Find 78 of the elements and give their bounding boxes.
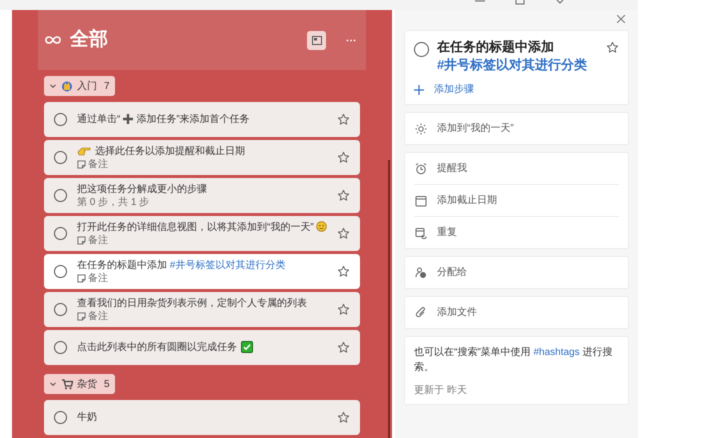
task-title: 把这项任务分解成更小的步骤 — [77, 182, 207, 196]
infinity-icon — [44, 35, 62, 45]
hashtag-link[interactable]: #井号标签以对其进行分类 — [437, 56, 588, 74]
complete-checkbox[interactable] — [54, 265, 67, 278]
pointing-hand-icon — [77, 146, 91, 156]
assign-to-button[interactable]: 分配给 — [437, 265, 467, 280]
add-step-button[interactable]: 添加步骤 — [434, 82, 474, 97]
task-title: 打开此任务的详细信息视图，以将其添加到“我的一天” — [77, 220, 327, 234]
paperclip-icon — [415, 306, 427, 318]
task-card[interactable]: 把这项任务分解成更小的步骤 第 0 步，共 1 步 — [44, 178, 360, 213]
more-icon[interactable] — [346, 38, 356, 42]
close-icon[interactable] — [617, 15, 625, 23]
minimize-icon[interactable] — [475, 0, 485, 4]
group-header[interactable]: 入门 7 — [44, 76, 115, 96]
detail-title[interactable]: 在任务的标题中添加 #井号标签以对其进行分类 — [437, 38, 598, 74]
due-date-button[interactable]: 添加截止日期 — [437, 193, 497, 208]
star-icon[interactable] — [337, 411, 350, 424]
star-icon[interactable] — [337, 189, 350, 202]
complete-checkbox[interactable] — [54, 113, 67, 126]
complete-checkbox[interactable] — [54, 411, 67, 424]
star-icon[interactable] — [337, 341, 350, 354]
task-card[interactable]: 牛奶 — [44, 400, 360, 435]
complete-checkbox[interactable] — [54, 341, 67, 354]
star-icon[interactable] — [337, 265, 350, 278]
step-count: 第 0 步，共 1 步 — [77, 196, 150, 208]
hashtag-link[interactable]: #hashtags — [533, 347, 580, 358]
updated-label: 更新于 昨天 — [414, 384, 468, 398]
plus-icon — [414, 84, 424, 94]
list-title: 全部 — [70, 28, 108, 52]
task-card[interactable]: 通过单击“ 添加任务”来添加首个任务 — [44, 102, 360, 137]
note-label: 备注 — [88, 234, 108, 246]
hashtag-link[interactable]: #井号标签以对其进行分类 — [170, 260, 286, 270]
group-header[interactable]: 杂货 5 — [44, 374, 115, 394]
complete-checkbox[interactable] — [54, 303, 67, 316]
star-icon[interactable] — [337, 151, 350, 164]
complete-checkbox[interactable] — [54, 227, 67, 240]
complete-checkbox[interactable] — [414, 42, 429, 57]
task-title: 通过单击“ 添加任务”来添加首个任务 — [77, 112, 250, 126]
task-card[interactable]: 打开此任务的详细信息视图，以将其添加到“我的一天” 备注 — [44, 216, 360, 251]
note-icon — [77, 274, 86, 283]
task-card[interactable]: 选择此任务以添加提醒和截止日期 备注 — [44, 140, 360, 175]
task-card[interactable]: 查看我们的日用杂货列表示例，定制个人专属的列表 备注 — [44, 292, 360, 327]
note-label: 备注 — [88, 272, 108, 284]
repeat-button[interactable]: 重复 — [437, 225, 457, 240]
sun-icon — [415, 122, 427, 134]
task-title: 牛奶 — [77, 410, 97, 424]
cart-icon — [61, 378, 73, 390]
complete-checkbox[interactable] — [54, 151, 67, 164]
task-card[interactable]: 在任务的标题中添加 #井号标签以对其进行分类 备注 — [44, 254, 360, 289]
check-mark-icon — [241, 340, 253, 353]
note-icon — [77, 236, 86, 245]
note-text[interactable]: 也可以在“搜索”菜单中使用 #hashtags 进行搜索。 — [414, 345, 619, 375]
people-icon — [415, 266, 427, 278]
star-icon[interactable] — [337, 303, 350, 316]
task-card[interactable]: 点击此列表中的所有圆圈以完成任务 — [44, 330, 360, 365]
repeat-calendar-icon — [415, 226, 427, 238]
note-icon — [77, 312, 86, 321]
remind-me-button[interactable]: 提醒我 — [437, 161, 467, 176]
calendar-icon — [415, 194, 427, 206]
task-title: 查看我们的日用杂货列表示例，定制个人专属的列表 — [77, 296, 307, 310]
note-label: 备注 — [88, 310, 108, 322]
star-icon[interactable] — [337, 113, 350, 126]
background-button[interactable] — [307, 30, 326, 50]
plus-icon — [122, 112, 134, 125]
add-file-button[interactable]: 添加文件 — [437, 305, 477, 320]
note-label: 备注 — [88, 158, 108, 170]
task-title: 在任务的标题中添加 #井号标签以对其进行分类 — [77, 258, 286, 272]
maximize-icon[interactable] — [515, 0, 525, 5]
smiley-icon — [316, 221, 327, 232]
task-title: 选择此任务以添加提醒和截止日期 — [77, 144, 245, 158]
alarm-clock-icon — [415, 162, 427, 174]
task-title: 点击此列表中的所有圆圈以完成任务 — [77, 340, 253, 354]
star-icon[interactable] — [606, 41, 619, 54]
image-icon — [312, 36, 322, 44]
add-to-my-day-button[interactable]: 添加到“我的一天” — [437, 121, 514, 136]
complete-checkbox[interactable] — [54, 189, 67, 202]
star-icon[interactable] — [337, 227, 350, 240]
note-icon — [77, 160, 86, 169]
